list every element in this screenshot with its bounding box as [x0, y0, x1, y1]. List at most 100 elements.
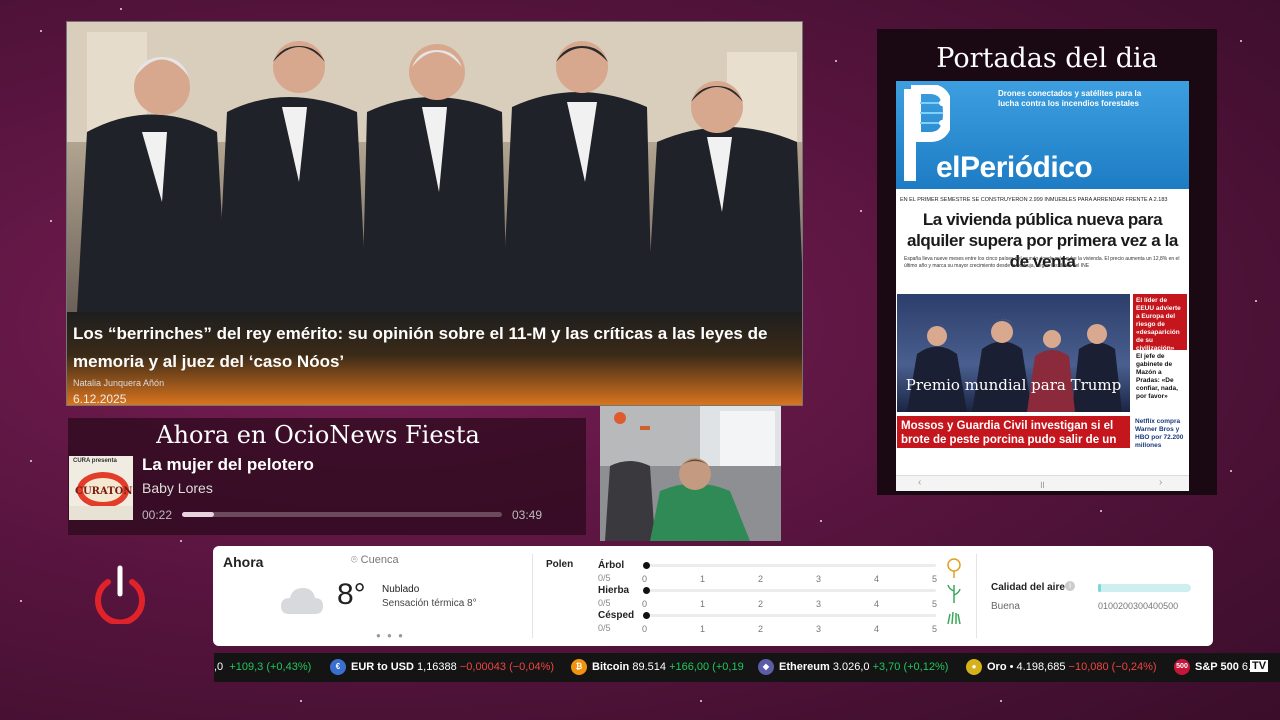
album-art: CURA presenta CURATON [69, 456, 133, 520]
news-author: Natalia Junquera Añón [73, 378, 165, 388]
news-photo [67, 22, 802, 312]
pollen-track [646, 589, 936, 592]
ethereum-icon: ◆ [758, 659, 774, 675]
paper-bottom-headline: Mossos y Guardia Civil investigan si el … [897, 416, 1130, 460]
paper-nav: ‹ ॥ › [896, 475, 1189, 491]
paper-photo-caption: Premio mundial para Trump [905, 376, 1122, 394]
progress-bar[interactable] [182, 512, 502, 517]
portadas-panel: Portadas del dia Drones conectados y sat… [877, 29, 1217, 495]
divider [976, 554, 977, 638]
progress-fill [182, 512, 214, 517]
ticker-item-gold[interactable]: Oro • 4.198,685 −10,080 (−0,24%) [987, 661, 1157, 673]
ticker-partial-change: +109,3 (+0,43%) [229, 661, 312, 673]
pollen-marker [643, 562, 650, 569]
ticker-item-bitcoin[interactable]: Bitcoin 89.514 +166,00 (+0,19 [592, 661, 744, 673]
song-title: La mujer del pelotero [142, 455, 314, 474]
ticker-item-sp500[interactable]: S&P 500 6.8 [1195, 661, 1257, 673]
pollen-name: Árbol [598, 560, 625, 571]
news-card[interactable]: Los “berrinches” del rey emérito: su opi… [66, 21, 803, 406]
market-ticker: ,0 +109,3 (+0,43%) € EUR to USD 1,16388 … [214, 653, 1280, 682]
ticker-partial: ,0 +109,3 (+0,43%) [214, 661, 311, 673]
pollen-name: Hierba [598, 585, 630, 596]
location-pin-icon: ⌾ [351, 554, 358, 566]
weather-widget: Ahora ⌾ Cuenca 8° Nublado Sensación térm… [213, 546, 1213, 646]
tradingview-logo: TV [1250, 660, 1269, 672]
sp500-icon: 500 [1174, 659, 1190, 675]
ticker-change: −10,080 (−0,24%) [1068, 661, 1157, 673]
now-playing-panel: Ahora en OcioNews Fiesta CURA presenta C… [68, 418, 586, 535]
pollen-track [646, 564, 936, 567]
elapsed-time: 00:22 [142, 508, 173, 522]
ticker-change: +166,00 (+0,19 [669, 661, 744, 673]
pollen-value: 0/5 [598, 573, 611, 583]
player-heading: Ahora en OcioNews Fiesta [156, 421, 480, 449]
air-quality-marker [1098, 584, 1101, 592]
ticker-change: −0,00043 (−0,04%) [459, 661, 555, 673]
bitcoin-icon: ₿ [571, 659, 587, 675]
divider [532, 554, 533, 638]
grass-icon [947, 611, 961, 624]
news-date: 6.12.2025 [73, 392, 127, 406]
pause-icon[interactable]: ॥ [1039, 477, 1045, 491]
pollen-track [646, 614, 936, 617]
newspaper-cover[interactable]: Drones conectados y satélites para la lu… [896, 81, 1189, 491]
paper-bottom-side: Netflix compra Warner Bros y HBO por 72.… [1135, 418, 1184, 449]
ticker-item-ethereum[interactable]: Ethereum 3.026,0 +3,70 (+0,12%) [779, 661, 948, 673]
polen-label: Polen [546, 559, 574, 570]
pollen-marker [643, 587, 650, 594]
weather-pager[interactable]: ● ● ● [376, 631, 405, 640]
news-title[interactable]: Los “berrinches” del rey emérito: su opi… [73, 320, 798, 376]
webcam-feed [600, 406, 781, 541]
ticker-name: Oro [987, 661, 1007, 673]
paper-sidebar: El líder de EEUU advierte a Europa del r… [1133, 294, 1187, 404]
ticker-partial-value: ,0 [214, 661, 224, 673]
weather-location[interactable]: ⌾ Cuenca [351, 554, 399, 567]
pollen-name: Césped [598, 610, 635, 621]
pollen-row-grass: Césped 0/5 012345 [598, 610, 961, 635]
portadas-title: Portadas del dia [936, 43, 1158, 74]
ticker-price: 3.026,0 [832, 661, 870, 673]
total-time: 03:49 [512, 508, 543, 522]
paper-masthead: Drones conectados y satélites para la lu… [896, 81, 1189, 189]
news-caption: Los “berrinches” del rey emérito: su opi… [67, 312, 802, 406]
cloud-icon [281, 588, 323, 614]
weather-temperature: 8° [337, 578, 366, 611]
ticker-name: Bitcoin [592, 661, 630, 673]
ticker-item-eur-usd[interactable]: EUR to USD 1,16388 −0,00043 (−0,04%) [351, 661, 554, 673]
pollen-value: 0/5 [598, 623, 611, 633]
pollen-row-herb: Hierba 0/5 012345 [598, 584, 961, 610]
paper-strip: EN EL PRIMER SEMESTRE SE CONSTRUYERON 2.… [900, 197, 1168, 203]
info-icon[interactable]: i [1065, 581, 1075, 591]
paper-photo: Premio mundial para Trump [897, 294, 1130, 412]
air-quality-scale: 0100200300400500 [1098, 601, 1179, 611]
ticker-change: +3,70 (+0,12%) [872, 661, 949, 673]
eur-usd-icon: € [330, 659, 346, 675]
pollen-row-tree: Árbol 0/5 012345 [598, 558, 961, 585]
power-icon[interactable] [94, 564, 146, 624]
ticker-price: 1,16388 [417, 661, 457, 673]
pollen-value: 0/5 [598, 598, 611, 608]
ticker-name: S&P 500 [1195, 661, 1239, 673]
air-quality-bar [1098, 584, 1191, 592]
prev-arrow-icon[interactable]: ‹ [918, 477, 921, 488]
ticker-name: Ethereum [779, 661, 830, 673]
ticker-price: 89.514 [632, 661, 666, 673]
paper-name: elPeriódico [936, 151, 1093, 184]
paper-side-red: El líder de EEUU advierte a Europa del r… [1133, 294, 1187, 352]
herb-icon [947, 584, 961, 603]
paper-side-text: El jefe de gabinete de Mazón a Pradas: «… [1136, 353, 1178, 400]
weather-feels-like: Sensación térmica 8° [382, 598, 477, 609]
pollen-marker [643, 612, 650, 619]
weather-now-label: Ahora [223, 554, 264, 570]
paper-subheadline: España lleva nueve meses entre los cinco… [904, 256, 1180, 269]
air-quality-label: Calidad del aire [991, 582, 1065, 593]
ticker-name: EUR to USD [351, 661, 414, 673]
weather-condition: Nublado [382, 584, 420, 595]
gold-icon: ● [966, 659, 982, 675]
next-arrow-icon[interactable]: › [1159, 477, 1162, 488]
tree-icon [947, 558, 961, 578]
weather-location-text: Cuenca [360, 554, 399, 566]
album-text: CURATON [75, 486, 133, 497]
air-quality-state: Buena [991, 601, 1020, 612]
song-artist: Baby Lores [142, 480, 213, 496]
